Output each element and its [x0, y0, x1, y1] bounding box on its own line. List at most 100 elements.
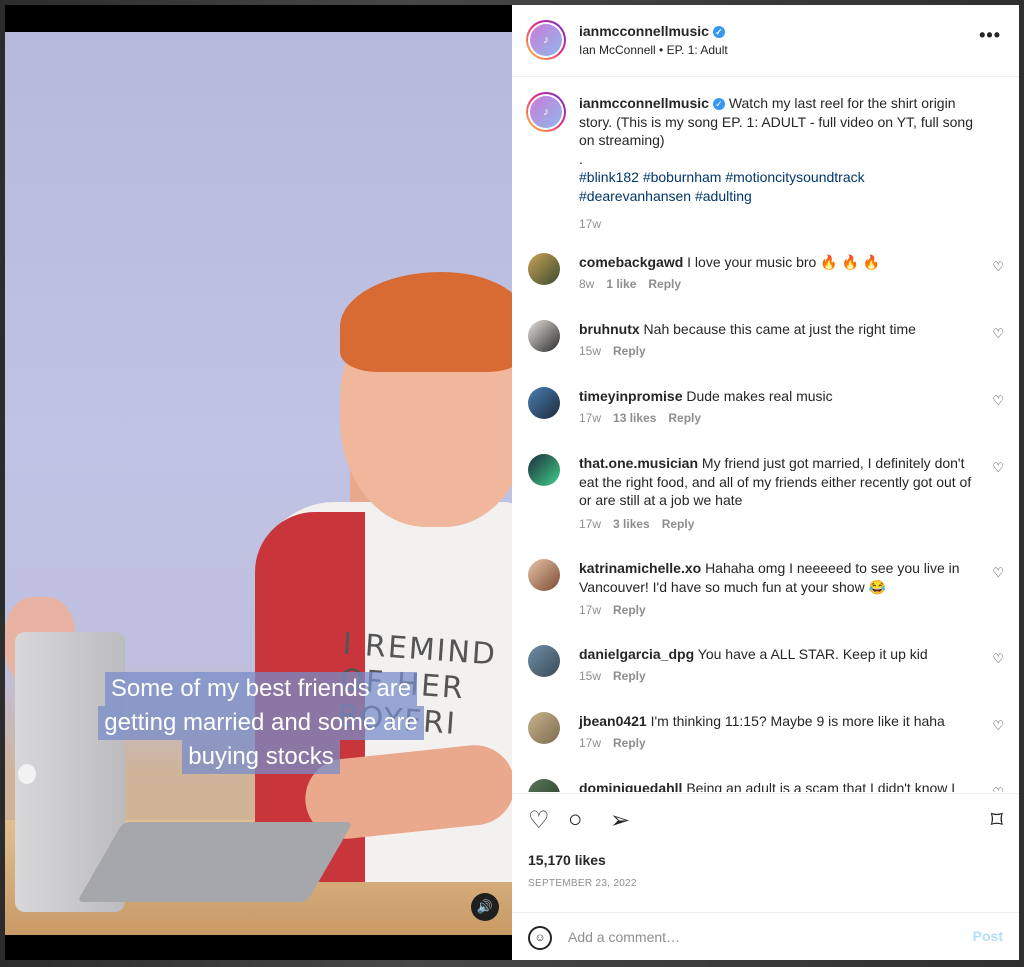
save-bookmark-icon[interactable]: ⌑ — [991, 806, 1003, 835]
reply-button[interactable]: Reply — [613, 603, 646, 617]
reply-button[interactable]: Reply — [668, 411, 701, 425]
likes-count[interactable]: 15,170 likes — [528, 852, 606, 868]
comment-text-block: katrinamichelle.xo Hahaha omg I neeeeed … — [579, 559, 974, 596]
comment-text-block: dominiquedahll Being an adult is a scam … — [579, 779, 974, 792]
share-paper-plane-icon[interactable]: ➢ — [610, 806, 630, 835]
comment-time[interactable]: 17w — [579, 517, 601, 531]
comment-time[interactable]: 15w — [579, 344, 601, 358]
post-date[interactable]: SEPTEMBER 23, 2022 — [528, 878, 637, 889]
caption-username[interactable]: ianmcconnellmusic — [579, 95, 709, 111]
comment-time[interactable]: 17w — [579, 603, 601, 617]
comment-likes[interactable]: 1 like — [606, 277, 636, 291]
comment-text: I'm thinking 11:15? Maybe 9 is more like… — [650, 713, 945, 729]
avatar[interactable] — [528, 645, 560, 677]
post-panel: ♪ ianmcconnellmusic ✓ Ian McConnell • EP.… — [512, 5, 1019, 960]
emoji-smiley-icon[interactable]: ☺ — [528, 926, 552, 950]
post-comment-button[interactable]: Post — [973, 928, 1003, 944]
avatar[interactable] — [528, 320, 560, 352]
like-comment-heart-icon[interactable]: ♡ — [992, 565, 1004, 581]
comment-time[interactable]: 17w — [579, 411, 601, 425]
caption-story-ring[interactable]: ♪ — [526, 92, 566, 132]
comment-username[interactable]: bruhnutx — [579, 321, 640, 337]
comment-text: You have a ALL STAR. Keep it up kid — [697, 646, 928, 662]
avatar[interactable] — [528, 779, 560, 792]
comment-text-block: timeyinpromise Dude makes real music — [579, 387, 974, 406]
reply-button[interactable]: Reply — [613, 669, 646, 683]
comment-meta: 15w Reply — [579, 344, 658, 358]
reply-button[interactable]: Reply — [613, 736, 646, 750]
comment-text: Dude makes real music — [686, 388, 833, 404]
subtitle-line: buying stocks — [182, 740, 340, 774]
like-comment-heart-icon[interactable]: ♡ — [992, 785, 1004, 792]
post-actions: ♡ ○ ➢ ⌑ 15,170 likes SEPTEMBER 23, 2022 — [512, 793, 1019, 911]
verified-icon: ✓ — [712, 98, 725, 110]
like-comment-heart-icon[interactable]: ♡ — [992, 259, 1004, 275]
speaker-icon: 🔊 — [476, 899, 494, 914]
comment-likes[interactable]: 3 likes — [613, 517, 650, 531]
comment-username[interactable]: dominiquedahll — [579, 780, 682, 792]
avatar[interactable] — [528, 559, 560, 591]
comment-text-block: that.one.musician My friend just got mar… — [579, 454, 974, 510]
reply-button[interactable]: Reply — [662, 517, 695, 531]
avatar[interactable] — [528, 387, 560, 419]
reply-button[interactable]: Reply — [613, 344, 646, 358]
comment-text-block: danielgarcia_dpg You have a ALL STAR. Ke… — [579, 645, 974, 664]
comment-text-block: comebackgawd I love your music bro 🔥 🔥 🔥 — [579, 253, 974, 272]
add-comment-input[interactable] — [568, 925, 948, 949]
like-comment-heart-icon[interactable]: ♡ — [992, 718, 1004, 734]
comment-text-block: jbean0421 I'm thinking 11:15? Maybe 9 is… — [579, 712, 974, 731]
comment-text-block: bruhnutx Nah because this came at just t… — [579, 320, 974, 339]
caption-body: ianmcconnellmusic ✓ Watch my last reel fo… — [579, 94, 979, 234]
story-ring[interactable]: ♪ — [526, 20, 566, 60]
like-comment-heart-icon[interactable]: ♡ — [992, 651, 1004, 667]
comment-meta: 17w Reply — [579, 736, 658, 750]
comment-meta: 8w 1 like Reply — [579, 277, 693, 291]
comment-bubble-icon[interactable]: ○ — [568, 806, 583, 834]
username-text[interactable]: ianmcconnellmusic — [579, 23, 709, 39]
more-options-icon[interactable]: ••• — [979, 25, 1001, 46]
comment-meta: 17w 3 likes Reply — [579, 517, 706, 531]
comment-meta: 17w 13 likes Reply — [579, 411, 713, 425]
like-comment-heart-icon[interactable]: ♡ — [992, 326, 1004, 342]
comment-username[interactable]: that.one.musician — [579, 455, 698, 471]
comment-username[interactable]: danielgarcia_dpg — [579, 646, 694, 662]
subtitle-line: getting married and some are — [98, 706, 424, 740]
avatar[interactable] — [528, 454, 560, 486]
comment-username[interactable]: timeyinpromise — [579, 388, 682, 404]
reply-button[interactable]: Reply — [648, 277, 681, 291]
person-hair — [340, 272, 512, 372]
avatar: ♪ — [530, 24, 562, 56]
comments-scroll[interactable]: ♪ ianmcconnellmusic ✓ Watch my last reel … — [512, 78, 1019, 792]
comment-username[interactable]: katrinamichelle.xo — [579, 560, 701, 576]
comment-time[interactable]: 15w — [579, 669, 601, 683]
comment-likes[interactable]: 13 likes — [613, 411, 656, 425]
avatar[interactable] — [528, 253, 560, 285]
like-comment-heart-icon[interactable]: ♡ — [992, 460, 1004, 476]
like-heart-icon[interactable]: ♡ — [528, 806, 550, 835]
comment-text: Nah because this came at just the right … — [643, 321, 916, 337]
verified-icon: ✓ — [712, 26, 725, 38]
subtitle-line: Some of my best friends are — [104, 672, 418, 706]
header-username[interactable]: ianmcconnellmusic ✓ — [579, 23, 725, 39]
header-subtitle[interactable]: Ian McConnell • EP. 1: Adult — [579, 43, 728, 57]
reel-video[interactable]: I REMIND OF HER BOYFRI Some of my best f… — [5, 5, 512, 960]
laptop-logo — [18, 764, 36, 784]
comment-text: I love your music bro 🔥 🔥 🔥 — [687, 254, 881, 270]
caption-time[interactable]: 17w — [579, 215, 979, 234]
comment-meta: 17w Reply — [579, 603, 658, 617]
comment-time[interactable]: 8w — [579, 277, 594, 291]
hashtags[interactable]: #dearevanhansen #adulting — [579, 188, 752, 204]
laptop-base — [76, 822, 354, 902]
video-frame: I REMIND OF HER BOYFRI Some of my best f… — [5, 32, 512, 935]
comment-username[interactable]: comebackgawd — [579, 254, 683, 270]
post-header: ♪ ianmcconnellmusic ✓ Ian McConnell • EP.… — [512, 5, 1019, 77]
sound-toggle-button[interactable]: 🔊 — [471, 893, 499, 921]
comment-text: Being an adult is a scam that I didn't k… — [686, 780, 956, 792]
comment-time[interactable]: 17w — [579, 736, 601, 750]
like-comment-heart-icon[interactable]: ♡ — [992, 393, 1004, 409]
avatar[interactable] — [528, 712, 560, 744]
comment-username[interactable]: jbean0421 — [579, 713, 647, 729]
caption-dot: . — [579, 150, 583, 167]
hashtags[interactable]: #blink182 #boburnham #motioncitysoundtra… — [579, 169, 865, 185]
video-subtitles: Some of my best friends are getting marr… — [70, 672, 452, 774]
